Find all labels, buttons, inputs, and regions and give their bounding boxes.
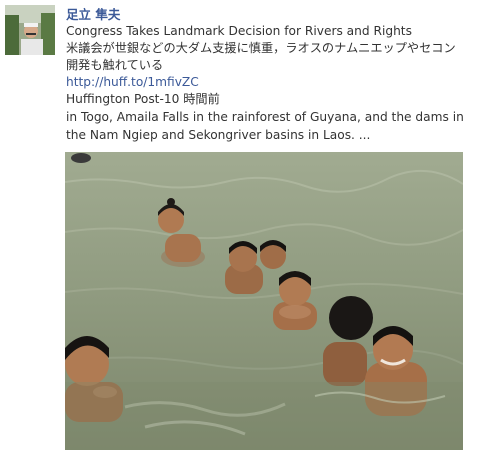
post-photo[interactable] [65, 152, 463, 450]
news-source-timestamp: Huffington Post-10 時間前 [66, 92, 220, 106]
author-name[interactable]: 足立 隼夫 [66, 4, 120, 23]
article-link[interactable]: http://huff.to/1mfivZC [66, 74, 199, 90]
post-headline: Congress Takes Landmark Decision for Riv… [66, 24, 412, 38]
article-description: in Togo, Amaila Falls in the rainforest … [66, 110, 464, 142]
author-avatar[interactable] [5, 5, 55, 55]
post-japanese-text-line2: 開発も触れている [66, 58, 164, 72]
news-post: 足立 隼夫 Congress Takes Landmark Decision f… [0, 0, 485, 456]
post-japanese-text-line1: 米議会が世銀などの大ダム支援に慎重，ラオスのナムニエップやセコン [66, 41, 456, 55]
